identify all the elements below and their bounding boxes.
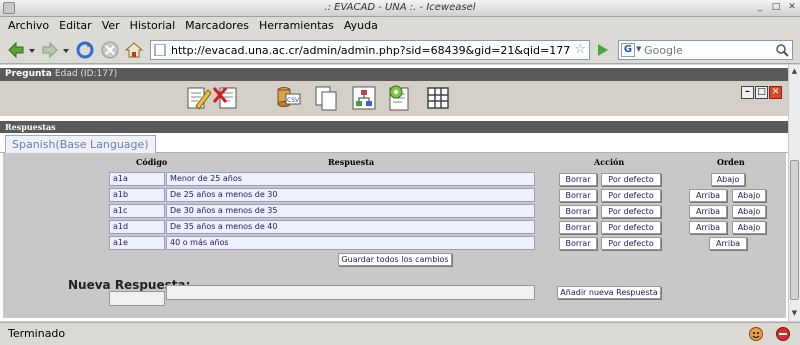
engine-dropdown-icon[interactable]: ▼ [636,45,641,53]
column-answer-header: Respuesta [328,157,375,167]
conditions-icon[interactable] [350,84,378,112]
move-up-button[interactable]: Arriba [689,205,727,218]
status-text: Terminado [8,327,66,340]
menu-editar[interactable]: Editar [54,17,97,32]
tab-spanish[interactable]: Spanish(Base Language) [5,135,156,153]
answers-panel: Código Respuesta Acción Orden a1a Menor … [3,153,786,318]
addon-face-icon[interactable] [748,326,764,342]
answer-code-field[interactable]: a1d [109,220,165,234]
menu-marcadores[interactable]: Marcadores [180,17,254,32]
answer-text-field[interactable]: De 35 años a menos de 40 [166,220,535,234]
search-input[interactable] [644,42,769,58]
question-id: Edad (ID:177) [54,69,118,79]
back-icon[interactable] [6,40,26,60]
bookmark-star-icon[interactable]: ☆ [574,42,586,57]
set-default-button[interactable]: Por defecto [601,205,661,218]
answer-code-field[interactable]: a1a [109,172,165,186]
navigation-toolbar: http://evacad.una.ac.cr/admin/admin.php?… [0,36,800,64]
answer-text-field[interactable]: Menor de 25 años [166,172,535,186]
move-up-button[interactable]: Arriba [689,189,727,202]
column-code-header: Código [136,157,168,167]
delete-answer-button[interactable]: Borrar [559,205,597,218]
menu-ayuda[interactable]: Ayuda [339,17,383,32]
menu-herramientas[interactable]: Herramientas [254,17,339,32]
question-header: Pregunta Edad (ID:177) [0,68,788,81]
minimize-icon[interactable]: _ [754,2,766,14]
answer-text-field[interactable]: De 25 años a menos de 30 [166,188,535,202]
url-text[interactable]: http://evacad.una.ac.cr/admin/admin.php?… [171,44,571,57]
maximize-icon[interactable]: □ [770,2,782,14]
scrollbar-thumb[interactable] [790,160,799,300]
answers-header: Respuestas [0,121,788,133]
answer-text-field[interactable]: 40 o más años [166,236,535,250]
menu-ver[interactable]: Ver [97,17,125,32]
window-title: .: EVACAD - UNA :. - Iceweasel [324,2,476,13]
question-toolbar: CSV – □ ✕ [0,81,788,116]
scroll-down-icon[interactable]: ▼ [790,309,799,319]
column-action-header: Acción [594,157,625,167]
stop-icon[interactable] [100,40,120,60]
google-engine-icon[interactable]: G [621,43,635,57]
window-titlebar: .: EVACAD - UNA :. - Iceweasel _ □ ✕ [0,0,800,17]
set-default-button[interactable]: Por defecto [601,237,661,250]
answer-text-field[interactable]: De 30 años a menos de 35 [166,204,535,218]
menu-bar: Archivo Editar Ver Historial Marcadores Herra… [0,17,800,36]
new-answer-text-field[interactable] [166,285,535,300]
move-down-button[interactable]: Abajo [711,173,745,186]
question-label: Pregunta [5,69,52,79]
move-up-button[interactable]: Arriba [689,221,727,234]
home-icon[interactable] [124,40,144,60]
delete-question-icon[interactable] [212,84,240,112]
status-bar: Terminado [0,322,800,345]
answer-options-icon[interactable] [386,84,414,112]
search-bar[interactable]: G ▼ [618,40,793,60]
panel-close-icon[interactable]: ✕ [769,86,782,99]
set-default-button[interactable]: Por defecto [601,189,661,202]
page-icon [154,44,166,56]
svg-text:CSV: CSV [287,97,300,104]
new-answer-code-field[interactable] [109,291,165,306]
forward-dropdown-icon[interactable] [62,40,70,60]
vertical-scrollbar[interactable]: ▲ ▼ [788,65,800,321]
back-dropdown-icon[interactable] [28,40,36,60]
set-default-button[interactable]: Por defecto [601,221,661,234]
move-down-button[interactable]: Abajo [732,205,766,218]
menu-archivo[interactable]: Archivo [3,17,54,32]
delete-answer-button[interactable]: Borrar [559,189,597,202]
menu-historial[interactable]: Historial [125,17,180,32]
go-icon[interactable] [595,41,611,59]
move-down-button[interactable]: Abajo [732,221,766,234]
copy-question-icon[interactable] [312,84,340,112]
edit-question-icon[interactable] [184,84,212,112]
export-csv-icon[interactable]: CSV [274,84,302,112]
move-up-button[interactable]: Arriba [709,237,747,250]
page-content: Pregunta Edad (ID:177) CSV – □ ✕ Respuesta… [0,65,788,321]
answer-code-field[interactable]: a1e [109,236,165,250]
search-icon[interactable] [774,42,790,58]
panel-controls: – □ ✕ [740,84,782,99]
move-down-button[interactable]: Abajo [732,189,766,202]
url-bar[interactable]: http://evacad.una.ac.cr/admin/admin.php?… [150,40,590,60]
save-all-button[interactable]: Guardar todos los cambios [338,253,452,266]
scroll-up-icon[interactable]: ▲ [790,67,799,77]
forward-icon[interactable] [40,40,60,60]
answer-code-field[interactable]: a1c [109,204,165,218]
set-default-button[interactable]: Por defecto [601,173,661,186]
grid-view-icon[interactable] [424,84,452,112]
panel-maximize-icon[interactable]: □ [755,86,768,99]
answer-code-field[interactable]: a1b [109,188,165,202]
delete-answer-button[interactable]: Borrar [559,237,597,250]
close-icon[interactable]: ✕ [786,2,798,14]
column-order-header: Orden [717,157,745,167]
add-answer-button[interactable]: Añadir nueva Respuesta [557,286,661,299]
reload-icon[interactable] [75,40,95,60]
delete-answer-button[interactable]: Borrar [559,221,597,234]
delete-answer-button[interactable]: Borrar [559,173,597,186]
language-tabbar: Spanish(Base Language) [0,133,788,153]
panel-minimize-icon[interactable]: – [741,86,754,99]
block-status-icon[interactable] [775,326,791,342]
